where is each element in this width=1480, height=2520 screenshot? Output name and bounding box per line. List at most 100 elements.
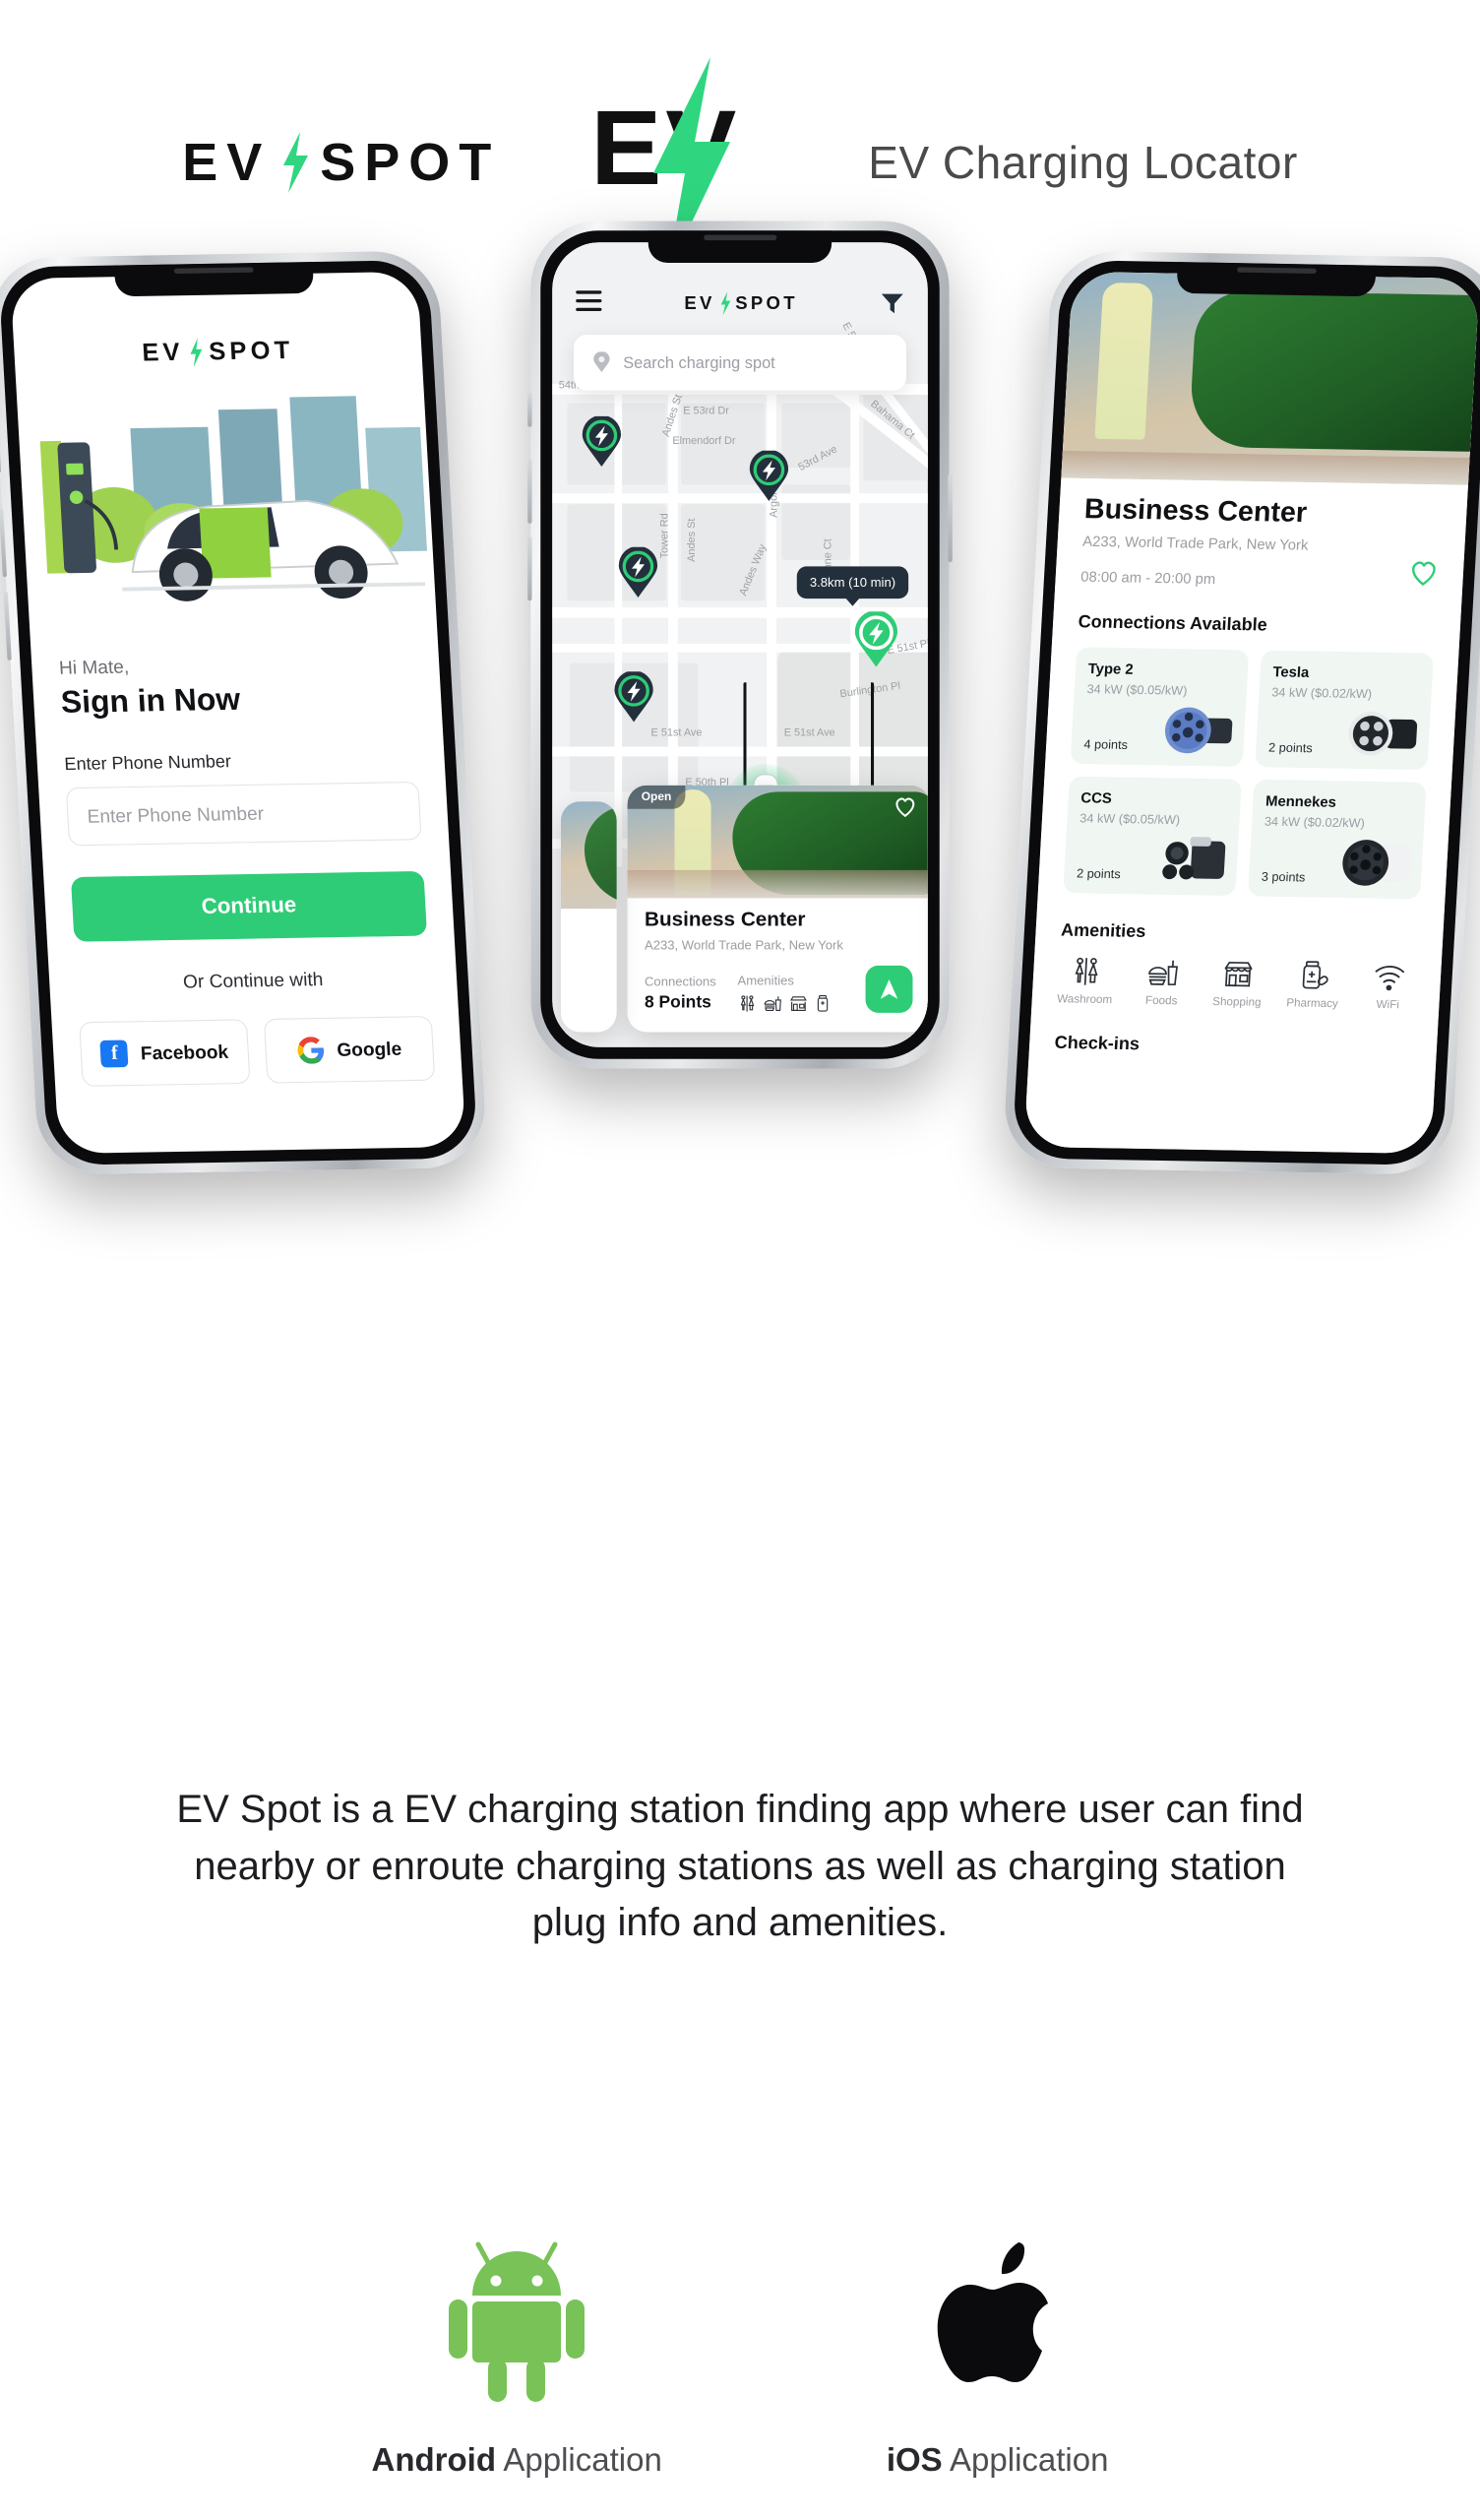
favorite-heart-icon[interactable] [1408,559,1439,587]
facebook-login-label: Facebook [140,1040,229,1064]
app-brand-ev: EV [684,292,715,314]
station-card-previous[interactable] [560,801,617,1033]
mute-switch [0,435,2,473]
map-screen[interactable]: 54th E 53rd Dr Elmendorf Dr Andes St Tow… [552,242,928,1047]
station-photo: Open [627,785,928,899]
page-title: Sign in Now [60,682,242,721]
brand-spot-text: SPOT [320,133,501,192]
station-detail-screen: Business Center A233, World Trade Park, … [1023,271,1480,1155]
amenity-label: Foods [1144,994,1178,1008]
connection-spec: 34 kW ($0.02/kW) [1270,684,1373,702]
page-tagline: EV Charging Locator [868,137,1298,188]
phone-station-detail: Business Center A233, World Trade Park, … [1001,250,1480,1175]
amenity-foods[interactable]: Foods [1135,957,1190,1008]
station-card[interactable]: Open Business Center A233, World Trade P… [627,785,928,1033]
phone-notch [113,262,314,297]
ios-platform: iOS Application [887,2235,1109,2479]
charging-station-marker-selected[interactable] [852,610,899,667]
search-charging-spot-input[interactable]: Search charging spot [574,334,906,391]
pharmacy-icon [1302,961,1328,989]
connections-section-title: Connections Available [1078,611,1268,635]
connection-name: Tesla [1272,662,1310,681]
amenity-label: WiFi [1376,998,1400,1012]
connections-block: Connections 8 Points [645,975,716,1013]
power-button [948,473,953,563]
map-app-bar: EV SPOT [552,279,928,328]
ccs-plug-icon [1162,837,1226,880]
phone-map: 54th E 53rd Dr Elmendorf Dr Andes St Tow… [527,220,953,1069]
station-card-carousel[interactable]: Open Business Center A233, World Trade P… [552,785,928,1033]
facebook-login-button[interactable]: f Facebook [79,1019,251,1087]
charging-station-marker[interactable] [617,545,660,598]
filter-icon[interactable] [881,291,904,315]
phone-notch [1176,262,1377,297]
continue-button[interactable]: Continue [70,870,428,942]
amenity-washroom[interactable]: Washroom [1057,956,1115,1006]
charging-station-marker[interactable] [581,414,624,468]
shopping-icon [1224,961,1254,987]
ev-monogram: EV [590,57,777,274]
navigate-arrow-icon [880,979,898,999]
connection-card[interactable]: CCS 34 kW ($0.05/kW) 2 points [1063,776,1242,897]
connection-card[interactable]: Tesla 34 kW ($0.02/kW) 2 points [1255,650,1434,771]
google-login-label: Google [336,1038,402,1060]
amenity-label: Shopping [1211,995,1262,1010]
android-icon [449,2241,586,2402]
android-platform: Android Application [372,2235,662,2479]
amenities-icon-row [738,994,833,1013]
connection-points: 2 points [1267,739,1314,756]
app-brand-spot: SPOT [735,292,798,314]
android-label-bold: Android [371,2441,497,2478]
android-label-rest: Application [496,2441,662,2478]
amenity-label: Pharmacy [1285,996,1339,1011]
amenity-wifi[interactable]: WiFi [1361,961,1416,1012]
connections-grid: Type 2 34 kW ($0.05/kW) 4 points Tesla 3… [1063,647,1434,900]
washroom-icon [1075,957,1098,985]
tesla-plug-icon [1348,711,1418,756]
pharmacy-icon [817,995,828,1012]
phone-number-input[interactable]: Enter Phone Number [65,781,422,847]
brand-ev-text: EV [182,133,272,192]
connection-points: 4 points [1083,736,1129,753]
washroom-icon [740,995,755,1012]
facebook-icon: f [99,1040,129,1068]
signin-logo: EV SPOT [14,334,422,370]
lightning-bolt-icon [720,291,730,316]
amenity-pharmacy[interactable]: Pharmacy [1286,960,1341,1011]
connection-card[interactable]: Type 2 34 kW ($0.05/kW) 4 points [1070,647,1250,767]
location-pin-icon [593,351,610,373]
station-title: Business Center [1083,492,1308,529]
station-title: Business Center [644,909,806,932]
hamburger-menu-icon[interactable] [576,290,602,316]
volume-down-button [3,591,12,661]
greeting-text: Hi Mate, [58,656,130,679]
connection-spec: 34 kW ($0.05/kW) [1086,681,1188,699]
amenities-grid: Washroom Foods Shopping Pharmacy WiFi [1057,956,1417,1012]
amenities-block: Amenities [738,974,833,1013]
or-continue-label: Or Continue with [182,969,324,992]
mennekes-plug-icon [1342,840,1412,886]
connection-card[interactable]: Mennekes 34 kW ($0.02/kW) 3 points [1247,779,1427,900]
signin-logo-ev: EV [141,338,185,367]
signin-logo-spot: SPOT [208,336,295,366]
charging-station-marker[interactable] [748,449,791,502]
google-login-button[interactable]: Google [263,1016,436,1084]
charging-station-marker[interactable] [612,670,655,723]
navigate-button[interactable] [865,965,913,1013]
connection-points: 2 points [1076,865,1122,882]
phone-signin: EV SPOT Hi Mate, Sign in Now Enter Phone… [0,250,489,1175]
lightning-bolt-icon [190,338,203,368]
lightning-bolt-icon [283,132,309,193]
ios-label: iOS Application [887,2441,1109,2479]
station-address: A233, World Trade Park, New York [644,937,843,953]
mute-switch [527,392,532,427]
search-placeholder: Search charging spot [623,353,775,372]
shopping-icon [789,996,807,1011]
connection-name: CCS [1079,788,1113,806]
favorite-heart-icon[interactable] [894,796,917,818]
ios-label-rest: Application [942,2441,1109,2478]
connection-spec: 34 kW ($0.05/kW) [1079,810,1181,828]
route-distance-tooltip: 3.8km (10 min) [796,566,909,606]
amenity-shopping[interactable]: Shopping [1210,958,1265,1009]
foods-icon [1148,960,1178,986]
